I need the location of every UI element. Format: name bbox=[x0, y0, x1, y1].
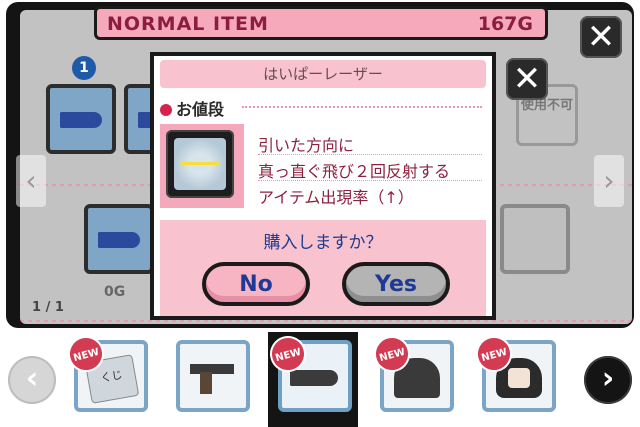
page-indicator: 1 / 1 bbox=[32, 300, 64, 315]
bg-item-slot[interactable] bbox=[84, 204, 154, 274]
money-display: 167G bbox=[477, 13, 533, 35]
shop-close-button[interactable]: ✕ bbox=[580, 16, 622, 58]
bg-item-slot[interactable] bbox=[46, 84, 116, 154]
bullet-dot-icon bbox=[160, 104, 172, 116]
item-icon bbox=[166, 130, 234, 198]
category-prev-button[interactable]: ‹ bbox=[8, 356, 56, 404]
description-divider bbox=[258, 180, 482, 181]
description-line: 引いた方向に bbox=[258, 136, 355, 155]
divider-stripe bbox=[20, 320, 632, 322]
bg-item-slot[interactable] bbox=[500, 204, 570, 274]
item-icon-frame bbox=[160, 124, 244, 208]
no-button[interactable]: No bbox=[202, 262, 310, 306]
shop-title: NORMAL ITEM bbox=[107, 13, 269, 35]
page-next-arrow[interactable]: › bbox=[594, 155, 624, 207]
price-label: お値段 bbox=[176, 100, 225, 119]
category-tile-gun[interactable] bbox=[176, 340, 250, 412]
price-heading: お値段 bbox=[160, 96, 224, 120]
bullet-icon bbox=[98, 232, 140, 248]
price-divider bbox=[242, 106, 482, 108]
bullet-icon bbox=[60, 112, 102, 128]
laser-beam bbox=[180, 162, 220, 165]
close-icon: ✕ bbox=[586, 17, 616, 57]
description-line: 真っ直ぐ飛び２回反射する bbox=[258, 162, 451, 181]
confirm-panel: 購入しますか？ No Yes bbox=[160, 220, 486, 316]
shop-header: NORMAL ITEM 167G bbox=[94, 6, 548, 40]
description-divider bbox=[258, 154, 482, 155]
gun-icon bbox=[190, 358, 236, 398]
dialog-close-button[interactable]: ✕ bbox=[506, 58, 548, 100]
bullet-icon bbox=[290, 370, 338, 386]
page-prev-arrow[interactable]: ‹ bbox=[16, 155, 46, 207]
bg-item-price: 0G bbox=[104, 284, 126, 300]
confirm-question: 購入しますか？ bbox=[263, 233, 383, 253]
description-line: アイテム出現率（↑） bbox=[258, 188, 414, 207]
purchase-dialog: はいぱーレーザー お値段 引いた方向に 真っ直ぐ飛び２回反射する アイテム出現率… bbox=[150, 52, 496, 320]
slot-number-badge: 1 bbox=[72, 56, 96, 80]
yes-button[interactable]: Yes bbox=[342, 262, 450, 306]
item-name: はいぱーレーザー bbox=[160, 60, 486, 88]
category-next-button[interactable]: › bbox=[584, 356, 632, 404]
close-icon: ✕ bbox=[512, 59, 542, 99]
